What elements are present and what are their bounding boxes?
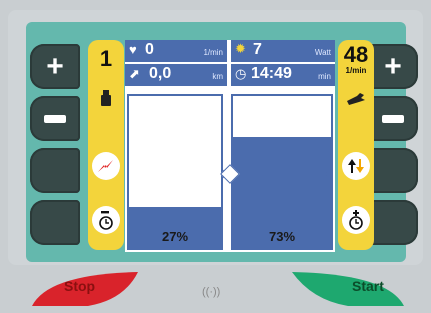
right-meter-marker: [325, 168, 332, 180]
cadence-value: 48: [343, 42, 369, 67]
cadence-unit: 1/min: [345, 66, 367, 75]
power-readout: ✹ 7 Watt: [231, 40, 335, 62]
time-minus-button[interactable]: [88, 206, 124, 234]
timer-plus-icon: [342, 206, 370, 234]
right-control-column: 48 1/min: [338, 40, 374, 250]
minus-icon: [30, 96, 80, 141]
power-mode-button[interactable]: [88, 152, 124, 180]
right-function-button-2[interactable]: [368, 200, 418, 245]
start-button-shape: [292, 272, 404, 306]
plus-icon: +: [384, 49, 402, 83]
weight-icon: [88, 88, 124, 108]
heart-icon: ♥: [129, 42, 137, 57]
time-readout: ◷ 14:49 min: [231, 64, 335, 86]
right-plus-button[interactable]: +: [368, 44, 418, 89]
right-meter-percent: 73%: [268, 229, 296, 244]
time-plus-button[interactable]: [338, 206, 374, 234]
left-meter-percent: 27%: [161, 229, 189, 244]
wrench-icon: [338, 92, 374, 106]
clock-icon: ◷: [235, 66, 247, 81]
minus-icon: [368, 96, 418, 141]
right-minus-button[interactable]: [368, 96, 418, 141]
direction-button[interactable]: [338, 152, 374, 180]
bike-icon: ⬈: [129, 66, 140, 81]
right-meter: 73%: [231, 94, 333, 250]
level-value: 1: [99, 46, 113, 71]
sensor-mark: ((·)): [202, 286, 221, 298]
bulb-icon: ✹: [235, 41, 246, 56]
left-function-button-2[interactable]: [30, 200, 80, 245]
right-function-button-1[interactable]: [368, 148, 418, 193]
updown-icon: [342, 152, 370, 180]
start-button[interactable]: Start: [290, 270, 408, 308]
start-label: Start: [352, 278, 384, 294]
distance-readout: ⬈ 0,0 km: [125, 64, 227, 86]
timer-minus-icon: [92, 206, 120, 234]
heart-rate-readout: ♥ 0 1/min: [125, 40, 227, 62]
left-function-button-1[interactable]: [30, 148, 80, 193]
stop-label: Stop: [64, 278, 96, 294]
left-meter: 27%: [127, 94, 223, 250]
left-plus-button[interactable]: +: [30, 44, 80, 89]
lcd-display: ♥ 0 1/min ✹ 7 Watt ⬈ 0,0 km ◷ 14:49 min …: [125, 40, 335, 252]
lightning-icon: [92, 152, 120, 180]
left-minus-button[interactable]: [30, 96, 80, 141]
left-control-column: 1: [88, 40, 124, 250]
plus-icon: +: [46, 49, 64, 83]
stop-button[interactable]: Stop: [28, 270, 146, 308]
